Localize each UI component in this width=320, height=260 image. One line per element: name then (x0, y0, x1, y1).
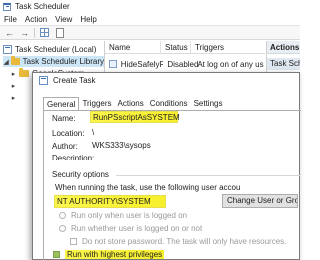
task-triggers: At log on of any us (197, 59, 264, 69)
tree-item-collapsed[interactable]: ▸ (10, 92, 19, 103)
user-account-field: NT AUTHORITY\SYSTEM (54, 195, 166, 208)
actions-header: Actions (267, 41, 300, 54)
properties-button[interactable] (54, 27, 65, 38)
menu-file[interactable]: File (4, 15, 17, 24)
column-header-name[interactable]: Name (105, 40, 161, 54)
radio-button[interactable] (59, 212, 66, 219)
checkbox[interactable] (53, 251, 60, 258)
tab-actions[interactable]: Actions (115, 97, 147, 110)
console-tree-icon (40, 28, 49, 37)
author-value: WKS333\sysops (92, 141, 151, 150)
checkbox-label: Do not store password. The task will onl… (82, 237, 287, 246)
dialog-title: Create Task (53, 76, 96, 85)
folder-icon (19, 68, 29, 77)
back-arrow-icon[interactable]: ← (4, 27, 15, 38)
dialog-titlebar: Create Task (33, 73, 299, 88)
location-value: \ (92, 128, 95, 137)
checkbox-label: Run with highest privileges (65, 250, 165, 259)
show-tree-button[interactable] (39, 27, 50, 38)
location-label: Location: (52, 129, 85, 138)
tab-general[interactable]: General (43, 97, 80, 111)
task-scheduler-icon (3, 45, 12, 54)
divider (116, 175, 300, 176)
name-field[interactable]: RunPSscriptAsSYSTEM (90, 111, 180, 123)
run-as-description: When running the task, use the following… (55, 183, 241, 192)
radio-logged-on-only[interactable]: Run only when user is logged on (59, 210, 187, 221)
author-label: Author: (52, 142, 78, 151)
column-header-status[interactable]: Status (161, 40, 191, 54)
security-options-title: Security options (52, 170, 109, 179)
column-header-triggers[interactable]: Triggers (191, 41, 265, 54)
table-row[interactable]: HideSafelyR... Disabled At log on of any… (105, 58, 265, 70)
chevron-down-icon[interactable]: ◢ (3, 58, 9, 66)
tree-item-label: Task Scheduler (Local) (15, 45, 97, 54)
chevron-right-icon[interactable]: ▸ (10, 94, 17, 102)
chevron-right-icon[interactable]: ▸ (10, 70, 17, 78)
task-icon (109, 60, 117, 68)
task-scheduler-icon (39, 76, 48, 85)
task-list-header: Name Status Triggers (105, 40, 265, 54)
change-user-button[interactable]: Change User or Group... (222, 194, 298, 208)
menu-help[interactable]: Help (80, 15, 96, 24)
document-icon (55, 27, 64, 38)
app-titlebar: Task Scheduler (0, 0, 300, 13)
tab-conditions[interactable]: Conditions (147, 97, 191, 110)
radio-whether-logged-on[interactable]: Run whether user is logged on or not (59, 223, 202, 234)
dialog-tabs: General Triggers Actions Conditions Sett… (43, 97, 226, 111)
radio-button[interactable] (59, 225, 66, 232)
checkbox[interactable] (70, 238, 77, 245)
checkbox-do-not-store-password[interactable]: Do not store password. The task will onl… (70, 236, 298, 247)
tree-item-library[interactable]: ◢ Task Scheduler Library (3, 56, 104, 67)
menu-view[interactable]: View (55, 15, 72, 24)
tab-triggers[interactable]: Triggers (79, 97, 114, 110)
app-title: Task Scheduler (15, 2, 70, 11)
tree-item-label: Task Scheduler Library (22, 57, 104, 66)
tree-item-local[interactable]: Task Scheduler (Local) (3, 44, 96, 55)
radio-label: Run whether user is logged on or not (71, 224, 203, 233)
menu-bar: File Action View Help (0, 13, 300, 25)
radio-label: Run only when user is logged on (71, 211, 188, 220)
folder-icon (11, 56, 20, 65)
toolbar: ← → (0, 25, 300, 40)
chevron-right-icon[interactable]: ▸ (10, 82, 17, 90)
task-name: HideSafelyR... (120, 59, 164, 69)
name-label: Name: (52, 114, 76, 123)
task-scheduler-icon (3, 2, 11, 11)
task-status: Disabled (167, 59, 199, 69)
forward-arrow-icon[interactable]: → (19, 27, 30, 38)
tab-settings[interactable]: Settings (191, 97, 226, 110)
menu-action[interactable]: Action (25, 15, 47, 24)
toolbar-divider (34, 27, 35, 38)
checkbox-run-with-highest-privileges[interactable]: Run with highest privileges (53, 249, 165, 260)
actions-item-task-scheduler[interactable]: Task Sche (267, 58, 300, 70)
description-label: Description: (52, 154, 95, 160)
tree-item-collapsed[interactable]: ▸ (10, 80, 19, 91)
